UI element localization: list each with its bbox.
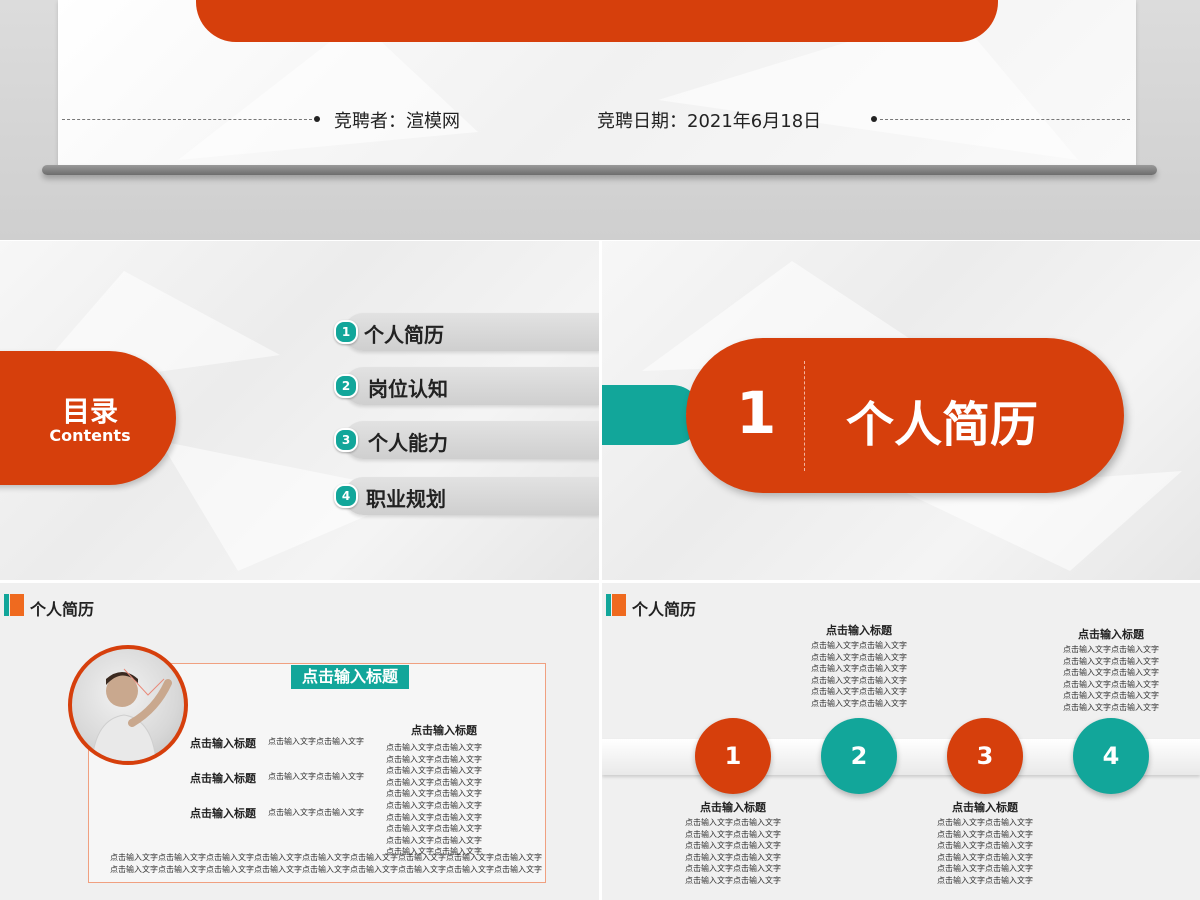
section-number: 1 [736,379,777,447]
toc-item-1[interactable]: 个人简历 [364,319,444,348]
section-slide[interactable]: 1 个人简历 [602,241,1200,580]
bullet-dot [314,116,320,122]
toc-item-3[interactable]: 个人能力 [368,427,448,456]
toc-number-3: 3 [334,428,358,452]
row-title-3[interactable]: 点击输入标题 [190,805,256,821]
toc-number-1: 1 [334,320,358,344]
cover-slide[interactable]: 竞聘者：渲模网 竞聘日期：2021年6月18日 [0,0,1200,240]
node-text-3[interactable]: 点击输入文字点击输入文字 点击输入文字点击输入文字 点击输入文字点击输入文字 点… [915,817,1055,887]
timeline-slide[interactable]: 个人简历 1 点击输入标题 点击输入文字点击输入文字 点击输入文字点击输入文字 … [602,583,1200,900]
divider-right [880,119,1130,120]
row-text-1[interactable]: 点击输入文字点击输入文字 [268,736,364,748]
contents-slide[interactable]: 目录 Contents 1 个人简历 2 岗位认知 3 个人能力 4 职业规划 [0,241,599,580]
contents-subtitle: Contents [49,426,131,445]
section-title: 个人简历 [846,397,1039,453]
timeline-node-4[interactable]: 4 [1073,718,1149,794]
right-title[interactable]: 点击输入标题 [411,722,477,738]
divider-left [62,119,312,120]
node-title-2[interactable]: 点击输入标题 [789,622,929,638]
toc-number-4: 4 [334,484,358,508]
row-text-2[interactable]: 点击输入文字点击输入文字 [268,771,364,783]
slide-header: 个人简历 [632,600,697,619]
section-divider [804,361,805,471]
title-banner [196,0,998,42]
person-icon [91,668,172,761]
row-title-2[interactable]: 点击输入标题 [190,770,256,786]
footer-text[interactable]: 点击输入文字点击输入文字点击输入文字点击输入文字点击输入文字点击输入文字点击输入… [110,852,542,875]
node-title-4[interactable]: 点击输入标题 [1041,626,1181,642]
main-title[interactable]: 点击输入标题 [291,665,409,689]
bullet-dot [871,116,877,122]
node-text-4[interactable]: 点击输入文字点击输入文字 点击输入文字点击输入文字 点击输入文字点击输入文字 点… [1041,644,1181,714]
right-text[interactable]: 点击输入文字点击输入文字 点击输入文字点击输入文字 点击输入文字点击输入文字 点… [386,742,482,858]
node-title-3[interactable]: 点击输入标题 [915,799,1055,815]
candidate-text: 竞聘者：渲模网 [334,111,460,132]
header-accent [4,594,24,616]
header-accent [606,594,626,616]
timeline-node-3[interactable]: 3 [947,718,1023,794]
node-title-1[interactable]: 点击输入标题 [663,799,803,815]
profile-slide[interactable]: 个人简历 点击输入标题 点击输入标题 点击输入文字点击输入文字 点击输入标题 点… [0,583,599,900]
toc-item-4[interactable]: 职业规划 [366,483,446,512]
toc-number-2: 2 [334,374,358,398]
profile-photo[interactable] [68,645,188,765]
node-text-2[interactable]: 点击输入文字点击输入文字 点击输入文字点击输入文字 点击输入文字点击输入文字 点… [789,640,929,710]
node-text-1[interactable]: 点击输入文字点击输入文字 点击输入文字点击输入文字 点击输入文字点击输入文字 点… [663,817,803,887]
row-title-1[interactable]: 点击输入标题 [190,735,256,751]
contents-title: 目录 [61,395,118,428]
slide-header: 个人简历 [30,600,95,619]
timeline-node-1[interactable]: 1 [695,718,771,794]
row-text-3[interactable]: 点击输入文字点击输入文字 [268,807,364,819]
timeline-node-2[interactable]: 2 [821,718,897,794]
toc-item-2[interactable]: 岗位认知 [368,373,448,402]
shelf-bar [42,165,1157,175]
date-text: 竞聘日期：2021年6月18日 [597,111,822,132]
